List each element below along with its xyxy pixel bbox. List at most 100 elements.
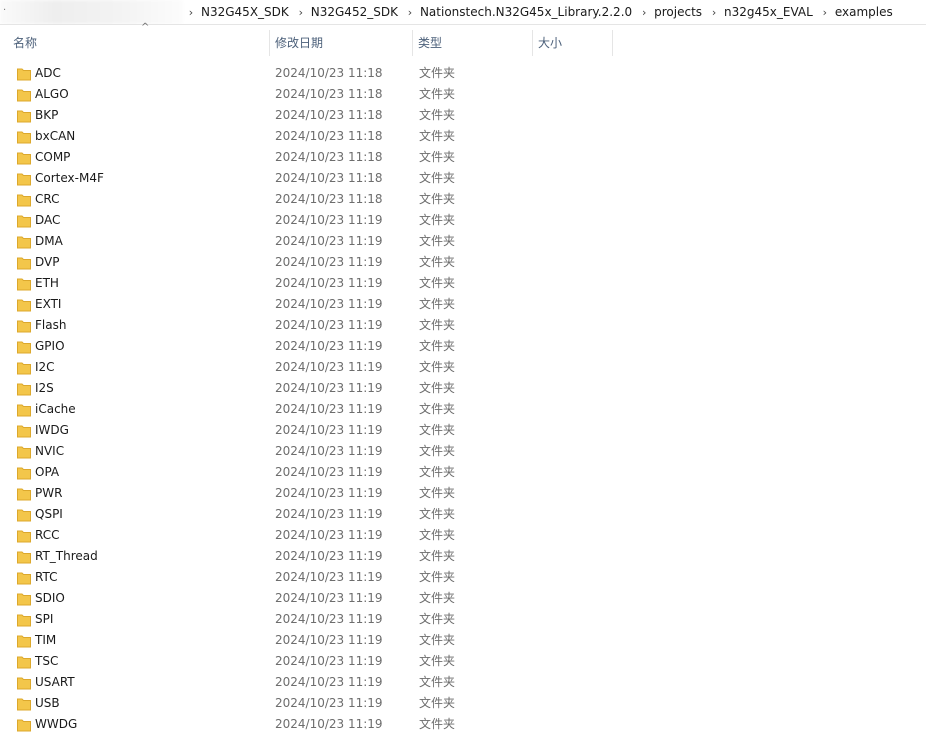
column-header-date[interactable]: 修改日期 <box>270 28 412 58</box>
file-date: 2024/10/23 11:19 <box>275 276 383 290</box>
file-date: 2024/10/23 11:19 <box>275 381 383 395</box>
file-type: 文件夹 <box>419 612 456 626</box>
breadcrumb-chevron-icon[interactable]: › <box>707 6 721 19</box>
list-item[interactable]: Flash 2024/10/23 11:19 文件夹 <box>0 315 926 336</box>
file-date: 2024/10/23 11:19 <box>275 570 383 584</box>
file-type: 文件夹 <box>419 276 456 290</box>
breadcrumb-item-library[interactable]: Nationstech.N32G45x_Library.2.2.0 <box>417 5 637 19</box>
breadcrumb-item-projects[interactable]: projects <box>651 5 707 19</box>
list-item[interactable]: iCache 2024/10/23 11:19 文件夹 <box>0 399 926 420</box>
list-item[interactable]: Cortex-M4F 2024/10/23 11:18 文件夹 <box>0 168 926 189</box>
list-item[interactable]: GPIO 2024/10/23 11:19 文件夹 <box>0 336 926 357</box>
file-date: 2024/10/23 11:19 <box>275 654 383 668</box>
folder-icon <box>17 530 31 543</box>
file-type: 文件夹 <box>419 423 456 437</box>
file-date: 2024/10/23 11:19 <box>275 339 383 353</box>
sort-ascending-icon: ^ <box>141 22 150 33</box>
list-item[interactable]: QSPI 2024/10/23 11:19 文件夹 <box>0 504 926 525</box>
file-name: ETH <box>35 276 59 290</box>
file-date: 2024/10/23 11:18 <box>275 150 383 164</box>
breadcrumb: › N32G45X_SDK › N32G452_SDK › Nationstec… <box>184 0 898 24</box>
list-item[interactable]: WWDG 2024/10/23 11:19 文件夹 <box>0 714 926 735</box>
file-type: 文件夹 <box>419 507 456 521</box>
folder-icon <box>17 362 31 375</box>
file-type: 文件夹 <box>419 66 456 80</box>
file-type: 文件夹 <box>419 255 456 269</box>
column-divider[interactable] <box>612 30 613 56</box>
file-date: 2024/10/23 11:19 <box>275 402 383 416</box>
breadcrumb-item-eval[interactable]: n32g45x_EVAL <box>721 5 818 19</box>
folder-icon <box>17 299 31 312</box>
list-item[interactable]: CRC 2024/10/23 11:18 文件夹 <box>0 189 926 210</box>
file-name: SDIO <box>35 591 65 605</box>
list-item[interactable]: DVP 2024/10/23 11:19 文件夹 <box>0 252 926 273</box>
list-item[interactable]: TSC 2024/10/23 11:19 文件夹 <box>0 651 926 672</box>
list-item[interactable]: I2C 2024/10/23 11:19 文件夹 <box>0 357 926 378</box>
address-bar[interactable]: · › N32G45X_SDK › N32G452_SDK › Nationst… <box>0 0 926 25</box>
file-name: ALGO <box>35 87 69 101</box>
list-item[interactable]: USB 2024/10/23 11:19 文件夹 <box>0 693 926 714</box>
folder-icon <box>17 446 31 459</box>
breadcrumb-chevron-icon[interactable]: › <box>184 6 198 19</box>
file-date: 2024/10/23 11:19 <box>275 234 383 248</box>
list-item[interactable]: I2S 2024/10/23 11:19 文件夹 <box>0 378 926 399</box>
file-date: 2024/10/23 11:19 <box>275 717 383 731</box>
file-name: QSPI <box>35 507 63 521</box>
file-name: I2S <box>35 381 54 395</box>
list-item[interactable]: RCC 2024/10/23 11:19 文件夹 <box>0 525 926 546</box>
file-date: 2024/10/23 11:19 <box>275 696 383 710</box>
breadcrumb-chevron-icon[interactable]: › <box>403 6 417 19</box>
list-item[interactable]: PWR 2024/10/23 11:19 文件夹 <box>0 483 926 504</box>
folder-icon <box>17 719 31 732</box>
list-item[interactable]: SPI 2024/10/23 11:19 文件夹 <box>0 609 926 630</box>
list-item[interactable]: ETH 2024/10/23 11:19 文件夹 <box>0 273 926 294</box>
column-header-type[interactable]: 类型 <box>413 28 533 58</box>
folder-icon <box>17 194 31 207</box>
list-item[interactable]: EXTI 2024/10/23 11:19 文件夹 <box>0 294 926 315</box>
file-date: 2024/10/23 11:19 <box>275 318 383 332</box>
file-type: 文件夹 <box>419 444 456 458</box>
breadcrumb-chevron-icon[interactable]: › <box>294 6 308 19</box>
column-header-type-label: 类型 <box>418 36 443 50</box>
folder-icon <box>17 257 31 270</box>
breadcrumb-chevron-icon[interactable]: › <box>637 6 651 19</box>
file-date: 2024/10/23 11:19 <box>275 612 383 626</box>
file-date: 2024/10/23 11:19 <box>275 297 383 311</box>
list-item[interactable]: ADC 2024/10/23 11:18 文件夹 <box>0 63 926 84</box>
list-item[interactable]: ALGO 2024/10/23 11:18 文件夹 <box>0 84 926 105</box>
folder-icon <box>17 278 31 291</box>
folder-icon <box>17 677 31 690</box>
file-list: ADC 2024/10/23 11:18 文件夹 ALGO 2024/10/23 11… <box>0 63 926 735</box>
breadcrumb-item-examples[interactable]: examples <box>832 5 898 19</box>
file-type: 文件夹 <box>419 297 456 311</box>
column-header-size[interactable]: 大小 <box>533 28 612 58</box>
list-item[interactable]: SDIO 2024/10/23 11:19 文件夹 <box>0 588 926 609</box>
list-item[interactable]: IWDG 2024/10/23 11:19 文件夹 <box>0 420 926 441</box>
list-item[interactable]: RTC 2024/10/23 11:19 文件夹 <box>0 567 926 588</box>
breadcrumb-item-n32g452[interactable]: N32G452_SDK <box>308 5 403 19</box>
file-date: 2024/10/23 11:19 <box>275 591 383 605</box>
list-item[interactable]: TIM 2024/10/23 11:19 文件夹 <box>0 630 926 651</box>
list-item[interactable]: bxCAN 2024/10/23 11:18 文件夹 <box>0 126 926 147</box>
list-item[interactable]: USART 2024/10/23 11:19 文件夹 <box>0 672 926 693</box>
column-header-size-label: 大小 <box>538 36 563 50</box>
list-item[interactable]: RT_Thread 2024/10/23 11:19 文件夹 <box>0 546 926 567</box>
file-name: SPI <box>35 612 54 626</box>
file-type: 文件夹 <box>419 171 456 185</box>
list-item[interactable]: COMP 2024/10/23 11:18 文件夹 <box>0 147 926 168</box>
file-type: 文件夹 <box>419 339 456 353</box>
file-type: 文件夹 <box>419 717 456 731</box>
column-header-name[interactable]: 名称 ^ <box>8 22 270 58</box>
file-type: 文件夹 <box>419 381 456 395</box>
list-item[interactable]: DMA 2024/10/23 11:19 文件夹 <box>0 231 926 252</box>
list-item[interactable]: NVIC 2024/10/23 11:19 文件夹 <box>0 441 926 462</box>
file-type: 文件夹 <box>419 675 456 689</box>
folder-icon <box>17 488 31 501</box>
file-name: WWDG <box>35 717 78 731</box>
list-item[interactable]: BKP 2024/10/23 11:18 文件夹 <box>0 105 926 126</box>
breadcrumb-item-sdk[interactable]: N32G45X_SDK <box>198 5 294 19</box>
list-item[interactable]: DAC 2024/10/23 11:19 文件夹 <box>0 210 926 231</box>
file-name: USART <box>35 675 75 689</box>
list-item[interactable]: OPA 2024/10/23 11:19 文件夹 <box>0 462 926 483</box>
breadcrumb-chevron-icon[interactable]: › <box>818 6 832 19</box>
